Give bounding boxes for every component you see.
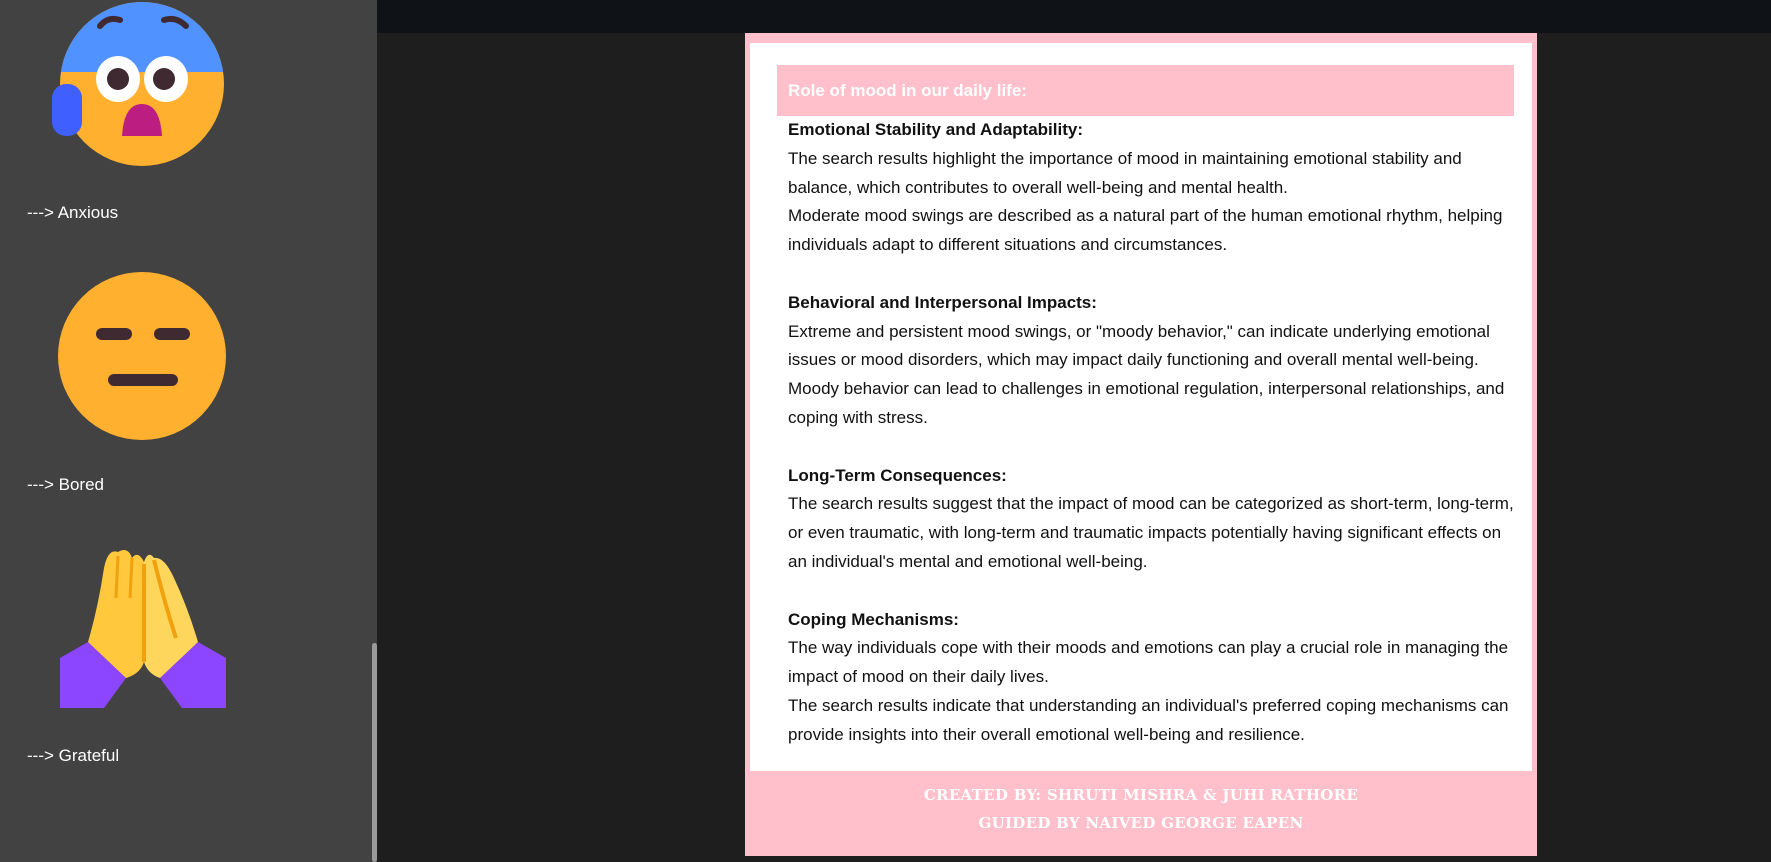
section-title: Emotional Stability and Adaptability: [788,120,1084,139]
anxious-sweat-face-icon [48,0,230,168]
sidebar-item-label: ---> Grateful [27,746,120,765]
footer: Created by: Shruti Mishra & Juhi Rathore… [745,781,1537,837]
sidebar: ---> Anxious ---> Bored ---> Grateful [0,0,377,862]
paragraph: Moody behavior can lead to challenges in… [788,379,1505,427]
section-title: Behavioral and Interpersonal Impacts: [788,292,1097,312]
sidebar-item-label: ---> Anxious [27,203,119,222]
folded-hands-icon [48,538,230,720]
section-heading: Role of mood in our daily life: [777,65,1514,116]
content-card: Role of mood in our daily life: Emotiona… [745,33,1537,856]
section-title: Long-Term Consequences: [788,465,1007,485]
expressionless-face-icon [48,266,230,448]
paragraph: The search results suggest that the impa… [788,494,1514,571]
footer-created-by: Created by: Shruti Mishra & Juhi Rathore [923,786,1359,804]
paragraph: The way individuals cope with their mood… [788,638,1509,687]
article-content: Emotional Stability and Adaptability: Th… [788,116,1518,750]
sidebar-item-label: ---> Bored [27,475,104,494]
paragraph: The search results highlight the importa… [788,148,1462,197]
paragraph: Extreme and persistent mood swings, or "… [788,321,1490,370]
paragraph: The search results indicate that underst… [788,695,1509,744]
section-title: Coping Mechanisms: [788,609,959,629]
footer-guided-by: Guided by Naived George Eapen [978,814,1304,832]
top-bar [377,0,1771,33]
paragraph: Moderate mood swings are described as a … [788,206,1503,255]
article-panel: Role of mood in our daily life: Emotiona… [750,43,1532,771]
